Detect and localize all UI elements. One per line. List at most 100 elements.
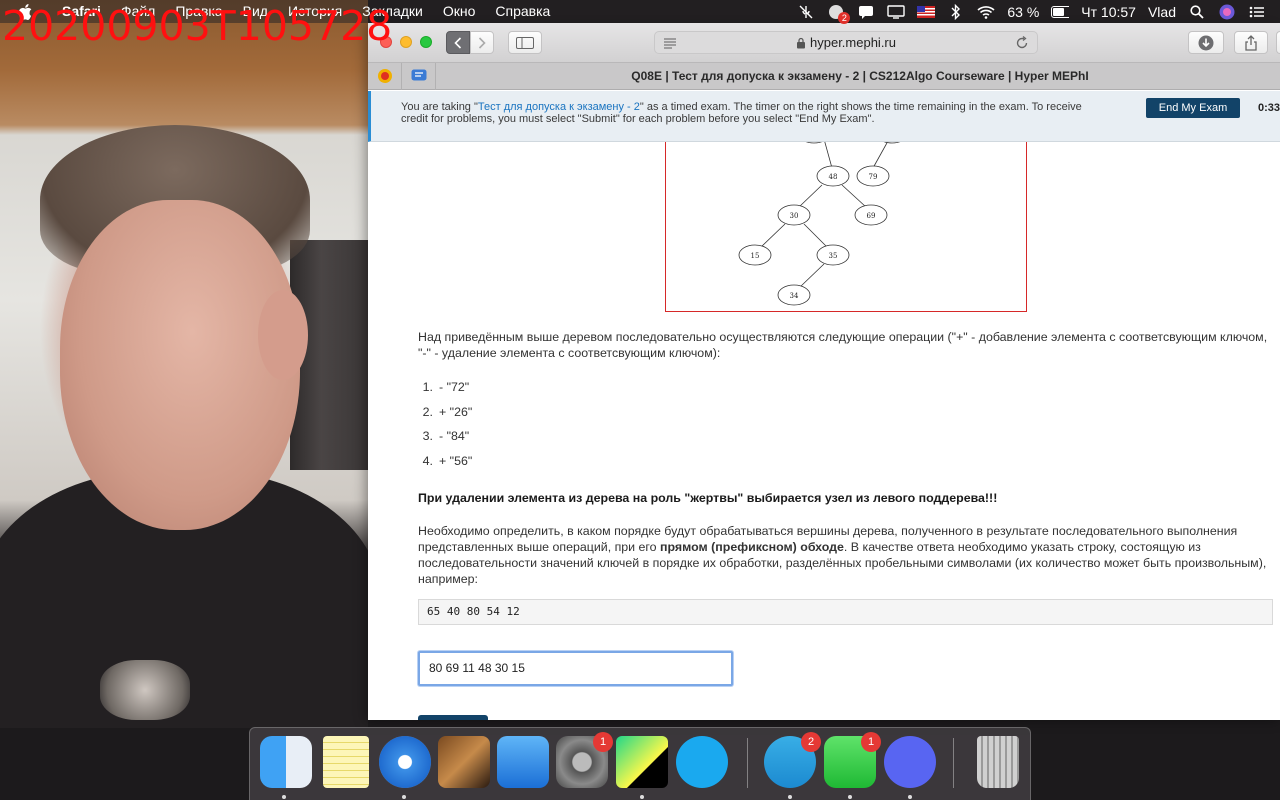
- running-indicator: [282, 795, 286, 799]
- menu-help[interactable]: Справка: [485, 0, 560, 23]
- chevron-left-icon: [454, 36, 462, 49]
- operation-text: + "56": [439, 454, 473, 469]
- back-button[interactable]: [446, 31, 470, 54]
- display-icon[interactable]: [887, 4, 906, 20]
- running-indicator: [908, 795, 912, 799]
- siri-icon[interactable]: [1218, 4, 1236, 20]
- menu-user[interactable]: Vlad: [1148, 4, 1176, 20]
- operation-item: 2. + "26": [418, 404, 1268, 429]
- pinned-tab-yandex[interactable]: [368, 62, 402, 90]
- binary-tree-diagram: 48 79 30 69 15 35 34: [738, 141, 903, 306]
- address-bar[interactable]: hyper.mephi.ru: [654, 31, 1038, 54]
- operation-item: 1. - "72": [418, 379, 1268, 404]
- telegram-badge: 2: [801, 732, 821, 752]
- dock-separator: [953, 738, 954, 788]
- pycharm-icon[interactable]: [616, 736, 668, 788]
- operation-text: - "84": [439, 429, 470, 444]
- operation-number: 2.: [422, 404, 433, 419]
- menu-clock[interactable]: Чт 10:57: [1081, 4, 1136, 20]
- traversal-type: прямом (префиксном) обходе: [660, 540, 844, 554]
- notification-center-icon[interactable]: [1248, 4, 1266, 20]
- end-my-exam-button[interactable]: End My Exam: [1146, 98, 1240, 118]
- forward-button[interactable]: [470, 31, 494, 54]
- submit-button[interactable]: [418, 715, 488, 720]
- lock-icon: [797, 37, 805, 48]
- notification-badge: 2: [838, 11, 851, 24]
- battery-percent: 63 %: [1007, 3, 1040, 20]
- tree-node-label: 30: [790, 212, 799, 220]
- telegram-icon[interactable]: 2: [764, 732, 821, 788]
- timed-exam-message: You are taking "Тест для допуска к экзам…: [401, 101, 1101, 125]
- finder-icon[interactable]: [260, 736, 312, 788]
- notes-icon[interactable]: [323, 736, 369, 788]
- safari-icon[interactable]: [379, 736, 431, 788]
- facetime-badge: 1: [861, 732, 881, 752]
- tab-bar: Q08E | Тест для допуска к экзамену - 2 |…: [368, 62, 1280, 90]
- shirt-print: [100, 660, 190, 720]
- skype-icon[interactable]: [676, 736, 728, 788]
- menu-window[interactable]: Окно: [433, 0, 486, 23]
- webcam-video: [0, 0, 368, 728]
- fullscreen-window-button[interactable]: [420, 36, 432, 48]
- tree-node-label: 79: [869, 173, 878, 181]
- chevron-right-icon: [478, 36, 486, 49]
- pinned-tab-chat[interactable]: [402, 62, 436, 90]
- exam-link[interactable]: Тест для допуска к экзамену - 2: [478, 101, 640, 113]
- running-indicator: [402, 795, 406, 799]
- wifi-icon[interactable]: [977, 4, 995, 20]
- tree-node-label: 69: [867, 212, 876, 220]
- tree-node-label: 15: [751, 252, 760, 260]
- battery-icon[interactable]: [1051, 4, 1070, 20]
- running-indicator: [848, 795, 852, 799]
- operation-item: 3. - "84": [418, 428, 1268, 453]
- tree-node-label: 35: [829, 252, 838, 260]
- tree-edge: [872, 141, 889, 169]
- person-ear: [258, 290, 308, 380]
- answer-input[interactable]: 80 69 11 48 30 15: [418, 651, 733, 686]
- system-preferences-badge: 1: [593, 732, 613, 752]
- active-tab-title[interactable]: Q08E | Тест для допуска к экзамену - 2 |…: [440, 63, 1280, 90]
- system-preferences-icon[interactable]: 1: [556, 732, 613, 788]
- bluetooth-icon[interactable]: [947, 3, 965, 20]
- deletion-rule-warning: При удалении элемента из дерева на роль …: [418, 491, 998, 505]
- problem-intro: Над приведённым выше деревом последовате…: [418, 330, 1268, 360]
- share-icon: [1245, 34, 1257, 51]
- downloads-button[interactable]: [1188, 31, 1224, 54]
- task-description: Необходимо определить, в каком порядке б…: [418, 523, 1268, 587]
- operations-list: 1. - "72" 2. + "26" 3. - "84" 4. + "56": [418, 379, 1268, 478]
- xcode-icon[interactable]: [497, 736, 549, 788]
- web-page: You are taking "Тест для допуска к экзам…: [368, 91, 1280, 720]
- facetime-icon[interactable]: 1: [824, 732, 881, 788]
- banner-text-before: You are taking ": [401, 101, 478, 113]
- trash-icon[interactable]: [977, 736, 1019, 788]
- notification-app-icon[interactable]: 2: [827, 4, 851, 24]
- share-button[interactable]: [1234, 31, 1268, 54]
- tree-edge: [803, 223, 828, 248]
- operation-number: 1.: [422, 380, 433, 394]
- operation-text: + "26": [439, 404, 473, 419]
- operation-item: 4. + "56": [418, 453, 1268, 478]
- us-flag-icon[interactable]: [917, 4, 936, 20]
- sidebar-toggle-button[interactable]: [508, 31, 542, 54]
- operation-text: - "72": [439, 380, 470, 394]
- reload-icon[interactable]: [1015, 36, 1029, 50]
- garageband-icon[interactable]: [438, 736, 490, 788]
- mute-icon[interactable]: [797, 4, 815, 20]
- minimize-window-button[interactable]: [400, 36, 412, 48]
- browser-toolbar: hyper.mephi.ru: [368, 23, 1280, 63]
- yandex-browser-icon: [377, 69, 392, 83]
- discord-icon[interactable]: [884, 736, 936, 788]
- safari-window: hyper.mephi.ru Q08E | Тест для допуска к…: [368, 23, 1280, 720]
- running-indicator: [788, 795, 792, 799]
- operation-number: 3.: [422, 429, 433, 444]
- dock-separator: [747, 738, 748, 788]
- spotlight-search-icon[interactable]: [1188, 4, 1206, 20]
- chat-icon[interactable]: [857, 4, 875, 20]
- reader-view-icon[interactable]: [663, 37, 677, 49]
- operation-number: 4.: [422, 454, 433, 469]
- tabs-overview-button[interactable]: [1276, 31, 1280, 54]
- sidebar-icon: [516, 36, 534, 49]
- tree-edge: [798, 184, 823, 208]
- running-indicator: [640, 795, 644, 799]
- exam-timer: 0:33:: [1258, 102, 1280, 114]
